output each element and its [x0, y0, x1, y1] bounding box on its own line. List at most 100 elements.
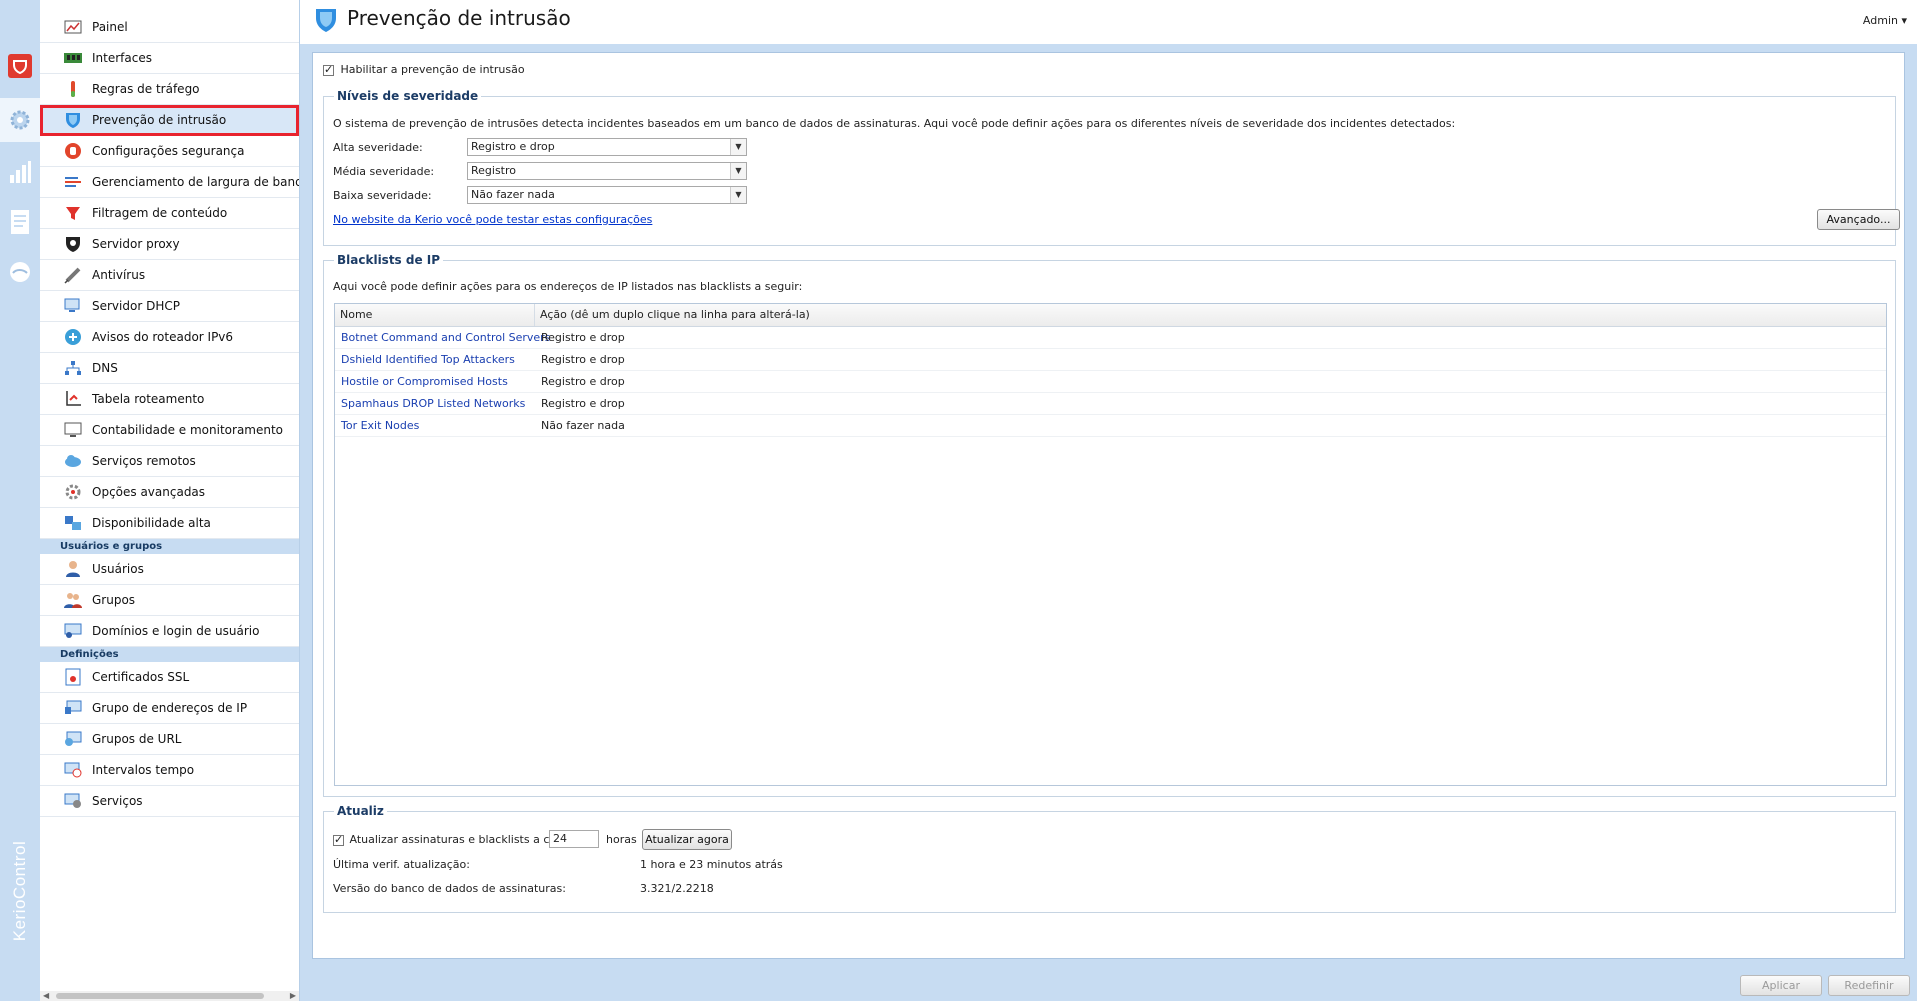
row-action: Registro e drop — [541, 397, 625, 410]
rail-config-button[interactable] — [0, 98, 40, 142]
chevron-down-icon[interactable]: ▼ — [730, 139, 746, 155]
row-name: Tor Exit Nodes — [341, 419, 420, 432]
rail-security-button[interactable] — [0, 44, 40, 88]
sidebar-item-traffic-rules[interactable]: Regras de tráfego — [40, 74, 299, 105]
sidebar-item-advanced-options[interactable]: Opções avançadas — [40, 477, 299, 508]
low-severity-select[interactable]: Não fazer nada ▼ — [467, 186, 747, 204]
sidebar-item-intrusion-prevention[interactable]: Prevenção de intrusão — [40, 105, 299, 136]
update-legend: Atualiz — [334, 804, 387, 818]
auto-update-row[interactable]: Atualizar assinaturas e blacklists a cad… — [333, 833, 570, 846]
last-check-label: Última verif. atualização: — [333, 858, 470, 871]
table-row[interactable]: Spamhaus DROP Listed Networks Registro e… — [335, 393, 1886, 415]
sidebar-item-security-settings[interactable]: Configurações segurança — [40, 136, 299, 167]
update-now-button[interactable]: Atualizar agora — [642, 829, 732, 850]
user-icon — [64, 560, 82, 578]
clock-icon — [64, 761, 82, 779]
chevron-down-icon[interactable]: ▼ — [730, 163, 746, 179]
sidebar-item-bandwidth-qos[interactable]: Gerenciamento de largura de banda e QoS — [40, 167, 299, 198]
enable-ips-row[interactable]: Habilitar a prevenção de intrusão — [323, 63, 525, 76]
footer-bar: Aplicar Redefinir — [300, 967, 1917, 1001]
db-version-label: Versão do banco de dados de assinaturas: — [333, 882, 566, 895]
sidebar-horizontal-scrollbar[interactable]: ◀ ▶ — [40, 991, 299, 1001]
enable-ips-checkbox[interactable] — [323, 63, 334, 76]
auto-update-checkbox[interactable] — [333, 833, 344, 846]
monitor-icon — [64, 421, 82, 439]
router-icon — [64, 328, 82, 346]
rail-stats-button[interactable] — [0, 150, 40, 194]
blacklists-table: Nome Ação (dê um duplo clique na linha p… — [334, 303, 1887, 786]
scroll-thumb[interactable] — [56, 993, 264, 999]
scroll-left-icon[interactable]: ◀ — [43, 991, 49, 1001]
update-hours-input[interactable]: 24 — [549, 830, 599, 848]
medium-severity-select[interactable]: Registro ▼ — [467, 162, 747, 180]
table-row[interactable]: Hostile or Compromised Hosts Registro e … — [335, 371, 1886, 393]
shield-icon — [64, 111, 82, 129]
sidebar-item-dhcp-server[interactable]: Servidor DHCP — [40, 291, 299, 322]
page-title: Prevenção de intrusão — [347, 6, 571, 30]
proxy-icon — [64, 235, 82, 253]
services-icon — [64, 792, 82, 810]
high-severity-value: Registro e drop — [471, 140, 555, 153]
sidebar-item-remote-services[interactable]: Serviços remotos — [40, 446, 299, 477]
sidebar-item-users[interactable]: Usuários — [40, 554, 299, 585]
dns-icon — [64, 359, 82, 377]
sidebar-item-ssl-certificates[interactable]: Certificados SSL — [40, 662, 299, 693]
sidebar-item-groups[interactable]: Grupos — [40, 585, 299, 616]
sidebar-item-ipv6-router[interactable]: Avisos do roteador IPv6 — [40, 322, 299, 353]
table-row[interactable]: Dshield Identified Top Attackers Registr… — [335, 349, 1886, 371]
app-rail: KerioControl — [0, 0, 40, 1001]
medium-severity-label: Média severidade: — [333, 165, 435, 178]
last-check-value: 1 hora e 23 minutos atrás — [640, 858, 783, 871]
sidebar-item-accounting-monitoring[interactable]: Contabilidade e monitoramento — [40, 415, 299, 446]
advanced-button[interactable]: Avançado... — [1817, 209, 1900, 230]
high-severity-label: Alta severidade: — [333, 141, 423, 154]
sidebar-item-domains-login[interactable]: Domínios e login de usuário — [40, 616, 299, 647]
chevron-down-icon[interactable]: ▼ — [730, 187, 746, 203]
enable-ips-label: Habilitar a prevenção de intrusão — [340, 63, 525, 76]
section-definitions: Definições — [40, 647, 299, 662]
sidebar-item-painel[interactable]: Painel — [40, 12, 299, 43]
table-row[interactable]: Tor Exit Nodes Não fazer nada — [335, 415, 1886, 437]
cluster-icon — [64, 514, 82, 532]
update-group: Atualiz Atualizar assinaturas e blacklis… — [323, 804, 1896, 913]
dashboard-icon — [64, 18, 82, 36]
table-row[interactable]: Botnet Command and Control Servers Regis… — [335, 327, 1886, 349]
shield-icon — [316, 9, 336, 32]
rail-chat-button[interactable] — [0, 250, 40, 294]
user-menu[interactable]: Admin ▾ — [1863, 14, 1907, 27]
sidebar-item-ip-groups[interactable]: Grupo de endereços de IP — [40, 693, 299, 724]
reset-button[interactable]: Redefinir — [1828, 975, 1910, 996]
routing-icon — [64, 390, 82, 408]
sidebar-item-services[interactable]: Serviços — [40, 786, 299, 817]
high-severity-select[interactable]: Registro e drop ▼ — [467, 138, 747, 156]
sidebar-item-high-availability[interactable]: Disponibilidade alta — [40, 508, 299, 539]
section-users-groups: Usuários e grupos — [40, 539, 299, 554]
table-header: Nome Ação (dê um duplo clique na linha p… — [335, 304, 1886, 327]
sidebar-item-time-ranges[interactable]: Intervalos tempo — [40, 755, 299, 786]
sidebar-item-content-filter[interactable]: Filtragem de conteúdo — [40, 198, 299, 229]
sidebar-item-antivirus[interactable]: Antivírus — [40, 260, 299, 291]
db-version-value: 3.321/2.2218 — [640, 882, 714, 895]
hand-icon — [64, 142, 82, 160]
row-action: Não fazer nada — [541, 419, 625, 432]
row-action: Registro e drop — [541, 331, 625, 344]
cloud-icon — [64, 452, 82, 470]
scroll-right-icon[interactable]: ▶ — [290, 991, 296, 1001]
row-action: Registro e drop — [541, 353, 625, 366]
sidebar-item-url-groups[interactable]: Grupos de URL — [40, 724, 299, 755]
column-header-action[interactable]: Ação (dê um duplo clique na linha para a… — [535, 304, 1135, 326]
main-area: Prevenção de intrusão Admin ▾ Habilitar … — [300, 0, 1917, 1001]
low-severity-value: Não fazer nada — [471, 188, 555, 201]
sidebar-item-routing-table[interactable]: Tabela roteamento — [40, 384, 299, 415]
test-settings-link[interactable]: No website da Kerio você pode testar est… — [333, 213, 652, 226]
sidebar-item-dns[interactable]: DNS — [40, 353, 299, 384]
severity-legend: Níveis de severidade — [334, 89, 482, 103]
rail-logs-button[interactable] — [0, 200, 40, 244]
domain-icon — [64, 622, 82, 640]
sidebar-item-interfaces[interactable]: Interfaces — [40, 43, 299, 74]
sidebar-item-proxy-server[interactable]: Servidor proxy — [40, 229, 299, 260]
column-header-name[interactable]: Nome — [335, 304, 535, 326]
row-name: Hostile or Compromised Hosts — [341, 375, 508, 388]
apply-button[interactable]: Aplicar — [1740, 975, 1822, 996]
row-name: Botnet Command and Control Servers — [341, 331, 551, 344]
